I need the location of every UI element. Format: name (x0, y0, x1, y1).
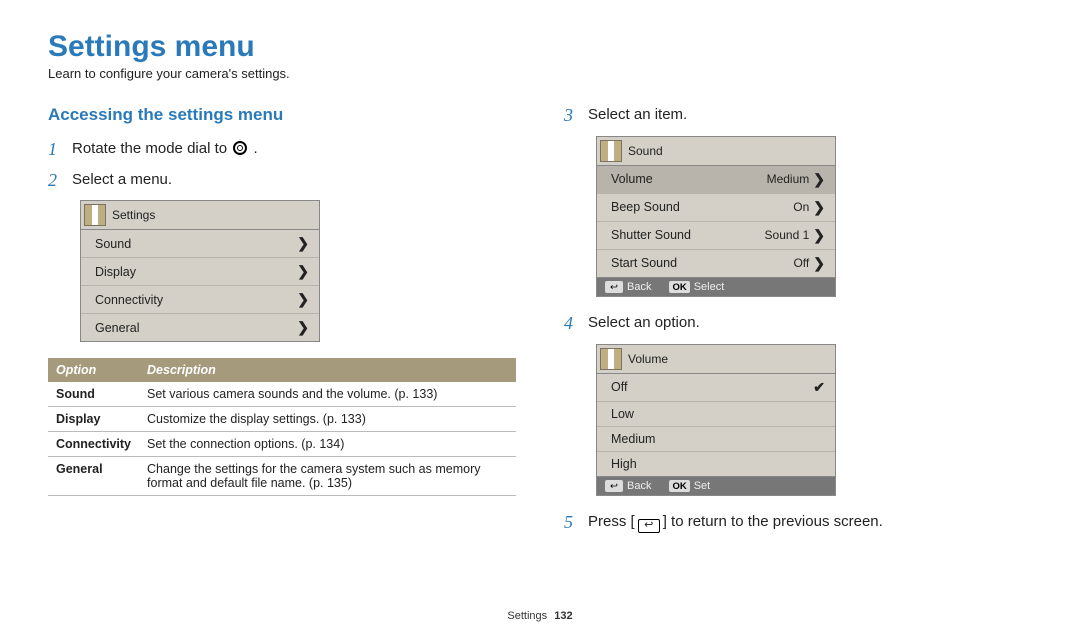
menu-row-start[interactable]: Start Sound Off ❯ (597, 250, 835, 277)
menu-row-label: General (95, 321, 139, 335)
chevron-right-icon: ❯ (813, 199, 825, 216)
menu-row-label: Connectivity (95, 293, 163, 307)
option-desc: Change the settings for the camera syste… (139, 457, 516, 496)
ok-key-icon: OK (669, 281, 689, 293)
step-3-text: Select an item. (588, 105, 687, 125)
page-title: Settings menu (48, 30, 1032, 64)
step-5-text-pre: Press [ (588, 513, 635, 530)
step-5-text-post: ] to return to the previous screen. (663, 513, 883, 530)
option-desc: Set the connection options. (p. 134) (139, 432, 516, 457)
option-row-off[interactable]: Off ✔ (597, 374, 835, 402)
step-4-text: Select an option. (588, 313, 700, 333)
step-3: 3 Select an item. (564, 105, 1032, 126)
step-number: 2 (48, 170, 62, 191)
menu-row-general[interactable]: General ❯ (81, 314, 319, 341)
panel-footer: ↩ Back OK Select (597, 277, 835, 297)
back-key-icon: ↩ (605, 480, 623, 492)
chevron-right-icon: ❯ (297, 235, 309, 252)
page-footer: Settings 132 (0, 610, 1080, 622)
options-header-description: Description (139, 358, 516, 382)
menu-row-label: Volume (611, 172, 653, 186)
option-row-medium[interactable]: Medium (597, 427, 835, 452)
footer-action-label: Select (694, 281, 725, 293)
menu-row-value: Medium (767, 172, 810, 186)
chevron-right-icon: ❯ (297, 291, 309, 308)
panel-footer: ↩ Back OK Set (597, 476, 835, 496)
options-table: Option Description Sound Set various cam… (48, 358, 516, 496)
options-header-option: Option (48, 358, 139, 382)
step-2-text: Select a menu. (72, 170, 172, 190)
step-number: 1 (48, 139, 62, 160)
chevron-right-icon: ❯ (297, 263, 309, 280)
menu-row-label: Shutter Sound (611, 228, 691, 242)
menu-row-label: High (611, 457, 637, 471)
footer-action-label: Set (694, 480, 711, 492)
gear-icon (233, 141, 247, 155)
menu-row-label: Sound (95, 237, 131, 251)
menu-row-value: On (793, 200, 809, 214)
panel-title: Volume (628, 352, 668, 366)
check-icon: ✔ (813, 379, 825, 396)
chevron-right-icon: ❯ (813, 227, 825, 244)
step-1-text-post: . (253, 140, 257, 157)
step-1-text-pre: Rotate the mode dial to (72, 140, 231, 157)
menu-row-display[interactable]: Display ❯ (81, 258, 319, 286)
option-name: Sound (48, 382, 139, 407)
step-number: 4 (564, 313, 578, 334)
panel-title: Sound (628, 144, 663, 158)
step-number: 3 (564, 105, 578, 126)
panel-thumb-icon (600, 348, 622, 370)
menu-row-value: Sound 1 (765, 228, 810, 242)
step-number: 5 (564, 512, 578, 533)
table-row: General Change the settings for the came… (48, 457, 516, 496)
section-heading: Accessing the settings menu (48, 105, 516, 125)
back-key-icon: ↩ (605, 281, 623, 293)
menu-panel-settings: Settings Sound ❯ Display ❯ Connectivity … (80, 200, 320, 342)
table-row: Sound Set various camera sounds and the … (48, 382, 516, 407)
page-subtitle: Learn to configure your camera's setting… (48, 66, 1032, 81)
menu-row-label: Beep Sound (611, 200, 680, 214)
step-2: 2 Select a menu. (48, 170, 516, 191)
menu-row-volume[interactable]: Volume Medium❯ (597, 166, 835, 194)
option-name: Display (48, 407, 139, 432)
menu-row-connectivity[interactable]: Connectivity ❯ (81, 286, 319, 314)
table-row: Connectivity Set the connection options.… (48, 432, 516, 457)
chevron-right-icon: ❯ (813, 171, 825, 188)
menu-row-value: Off (793, 256, 809, 270)
menu-row-beep[interactable]: Beep Sound On ❯ (597, 194, 835, 222)
menu-row-label: Display (95, 265, 136, 279)
menu-row-label: Start Sound (611, 256, 677, 270)
footer-back-label: Back (627, 281, 651, 293)
panel-title: Settings (112, 208, 155, 222)
step-4: 4 Select an option. (564, 313, 1032, 334)
back-icon: ↩ (638, 519, 660, 533)
step-1: 1 Rotate the mode dial to . (48, 139, 516, 160)
step-5: 5 Press [↩] to return to the previous sc… (564, 512, 1032, 533)
menu-row-sound[interactable]: Sound ❯ (81, 230, 319, 258)
menu-panel-volume: Volume Off ✔ Low Medium (596, 344, 836, 497)
table-row: Display Customize the display settings. … (48, 407, 516, 432)
panel-header: Sound (597, 137, 835, 166)
chevron-right-icon: ❯ (297, 319, 309, 336)
option-row-high[interactable]: High (597, 452, 835, 476)
option-name: General (48, 457, 139, 496)
option-name: Connectivity (48, 432, 139, 457)
menu-row-label: Off (611, 380, 627, 394)
panel-thumb-icon (84, 204, 106, 226)
option-desc: Customize the display settings. (p. 133) (139, 407, 516, 432)
ok-key-icon: OK (669, 480, 689, 492)
panel-thumb-icon (600, 140, 622, 162)
menu-row-shutter[interactable]: Shutter Sound Sound 1❯ (597, 222, 835, 250)
panel-header: Settings (81, 201, 319, 230)
panel-header: Volume (597, 345, 835, 374)
footer-page-number: 132 (554, 610, 572, 622)
menu-panel-sound: Sound Volume Medium❯ Beep Sound On❯ Shut… (596, 136, 836, 298)
option-desc: Set various camera sounds and the volume… (139, 382, 516, 407)
chevron-right-icon: ❯ (813, 255, 825, 272)
menu-row-label: Medium (611, 432, 655, 446)
footer-back-label: Back (627, 480, 651, 492)
option-row-low[interactable]: Low (597, 402, 835, 427)
footer-section: Settings (507, 610, 547, 622)
menu-row-label: Low (611, 407, 634, 421)
